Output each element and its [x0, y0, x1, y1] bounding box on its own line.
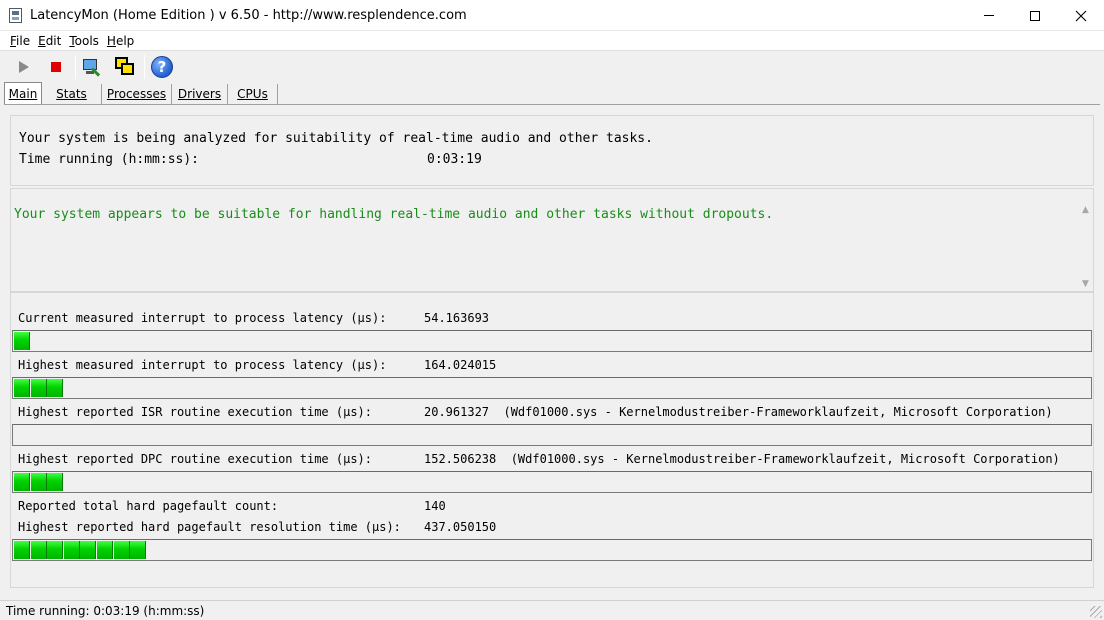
windows-button[interactable] [111, 53, 139, 81]
app-icon [9, 8, 22, 23]
tab-stats-label: Stats [56, 87, 87, 101]
meter-segment [14, 379, 30, 397]
meter-segment [14, 332, 30, 350]
kernel-monitor-icon [82, 56, 104, 78]
menu-help-rest: elp [115, 33, 135, 48]
tab-strip: Main Stats Processes Drivers CPUs [4, 82, 278, 104]
pagefault-time-meter [12, 539, 1092, 561]
scroll-up-icon[interactable]: ▲ [1082, 205, 1089, 215]
toolbar-separator [144, 55, 145, 79]
tab-processes-label: Processes [106, 87, 167, 101]
meter-segment [14, 473, 30, 491]
verdict-panel: Your system appears to be suitable for h… [10, 188, 1094, 292]
current-latency-meter [12, 330, 1092, 352]
close-icon [1075, 10, 1087, 21]
toolbar: ? [0, 52, 1104, 82]
tab-main[interactable]: Main [4, 82, 42, 104]
meter-segment [14, 541, 30, 559]
meter-segment [130, 541, 147, 559]
isr-value: 20.961327 (Wdf01000.sys - Kernelmodustre… [424, 405, 1053, 419]
menu-bar: File Edit Tools Help [0, 31, 1104, 51]
verdict-message: Your system appears to be suitable for h… [14, 207, 774, 222]
main-content: Your system is being analyzed for suitab… [4, 104, 1100, 598]
menu-file[interactable]: File [6, 34, 34, 48]
verdict-scrollbar[interactable]: ▲ ▼ [1079, 205, 1093, 291]
play-icon [19, 61, 29, 73]
pagefault-time-label: Highest reported hard pagefault resoluti… [18, 520, 401, 534]
current-latency-label: Current measured interrupt to process la… [18, 311, 387, 325]
menu-tools-rest: ools [74, 33, 99, 48]
pagefault-count-label: Reported total hard pagefault count: [18, 499, 279, 513]
analysis-message: Your system is being analyzed for suitab… [19, 131, 653, 146]
menu-tools[interactable]: Tools [65, 34, 103, 48]
menu-help-key: H [106, 33, 116, 48]
minimize-button[interactable] [966, 0, 1012, 31]
highest-latency-label: Highest measured interrupt to process la… [18, 358, 387, 372]
status-bar: Time running: 0:03:19 (h:mm:ss) [0, 600, 1104, 620]
kernel-timer-button[interactable] [79, 53, 107, 81]
tab-cpus[interactable]: CPUs [228, 84, 278, 104]
meter-segment [96, 541, 113, 559]
title-bar: LatencyMon (Home Edition ) v 6.50 - http… [0, 0, 1104, 31]
menu-edit-rest: dit [45, 33, 62, 48]
meter-segment [80, 541, 97, 559]
menu-edit-key: E [38, 33, 46, 48]
menu-file-rest: ile [16, 33, 31, 48]
meter-segment [47, 379, 64, 397]
tab-drivers[interactable]: Drivers [172, 84, 228, 104]
meter-segment [30, 541, 47, 559]
meter-segment [113, 541, 130, 559]
pagefault-count-value: 140 [424, 499, 446, 513]
scroll-down-icon[interactable]: ▼ [1082, 279, 1089, 289]
close-button[interactable] [1058, 0, 1104, 31]
meter-segment [30, 379, 47, 397]
menu-edit[interactable]: Edit [34, 34, 65, 48]
maximize-button[interactable] [1012, 0, 1058, 31]
meter-segment [63, 541, 80, 559]
help-icon: ? [151, 56, 173, 78]
isr-meter [12, 424, 1092, 446]
analysis-panel: Your system is being analyzed for suitab… [10, 115, 1094, 186]
help-button[interactable]: ? [148, 53, 176, 81]
dpc-meter [12, 471, 1092, 493]
tab-processes[interactable]: Processes [102, 84, 172, 104]
meter-segment [47, 473, 64, 491]
highest-latency-value: 164.024015 [424, 358, 497, 372]
tab-cpus-label: CPUs [237, 87, 268, 101]
time-running-label: Time running (h:mm:ss): [19, 152, 200, 167]
metrics-panel: Current measured interrupt to process la… [10, 292, 1094, 588]
highest-latency-meter [12, 377, 1092, 399]
isr-label: Highest reported ISR routine execution t… [18, 405, 373, 419]
minimize-icon [984, 15, 994, 16]
tab-drivers-label: Drivers [177, 87, 222, 101]
dpc-label: Highest reported DPC routine execution t… [18, 452, 373, 466]
stop-button[interactable] [42, 53, 70, 81]
windows-icon [114, 56, 136, 78]
maximize-icon [1030, 10, 1040, 21]
status-text: Time running: 0:03:19 (h:mm:ss) [6, 604, 205, 618]
pagefault-time-value: 437.050150 [424, 520, 497, 534]
meter-segment [47, 541, 64, 559]
tab-stats[interactable]: Stats [42, 84, 102, 104]
start-button[interactable] [10, 53, 38, 81]
current-latency-value: 54.163693 [424, 311, 490, 325]
menu-help[interactable]: Help [103, 34, 138, 48]
stop-icon [51, 62, 61, 72]
dpc-value: 152.506238 (Wdf01000.sys - Kernelmodustr… [424, 452, 1060, 466]
toolbar-separator [75, 55, 76, 79]
resize-grip-icon[interactable] [1090, 606, 1102, 618]
tab-main-label: Main [8, 87, 38, 101]
window-title: LatencyMon (Home Edition ) v 6.50 - http… [30, 8, 467, 23]
time-running-value: 0:03:19 [427, 152, 482, 167]
meter-segment [30, 473, 47, 491]
